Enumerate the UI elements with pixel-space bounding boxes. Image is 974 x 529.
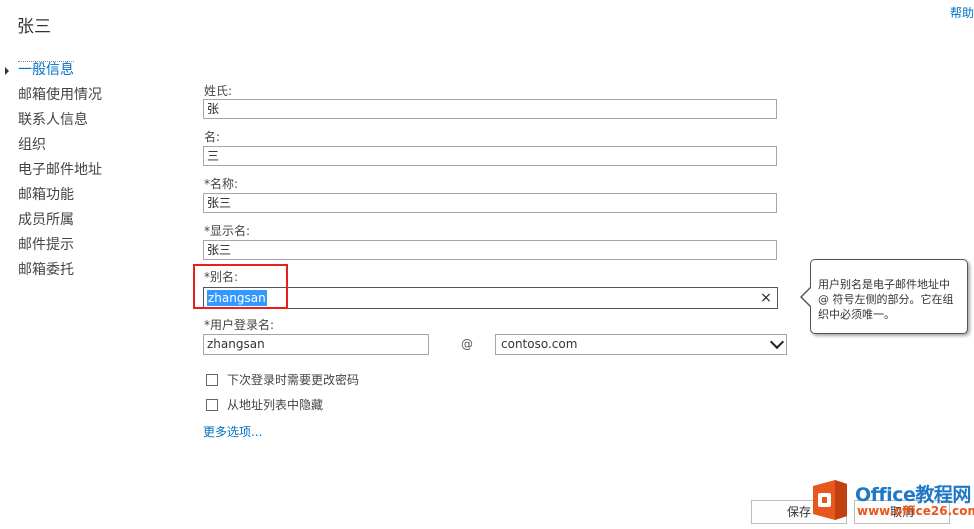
chevron-down-icon bbox=[769, 334, 785, 350]
domain-select[interactable]: contoso.com bbox=[495, 334, 787, 355]
clear-icon[interactable]: × bbox=[759, 288, 773, 308]
require-password-change-checkbox[interactable] bbox=[206, 374, 218, 386]
sidebar-item-label: 电子邮件地址 bbox=[18, 162, 102, 178]
hide-from-address-list-checkbox[interactable] bbox=[206, 399, 218, 411]
first-name-input[interactable]: 三 bbox=[203, 146, 777, 166]
watermark-url: www.office26.com bbox=[857, 504, 974, 518]
display-name-label: *显示名: bbox=[204, 224, 251, 238]
sidebar-item-label: 邮箱功能 bbox=[18, 187, 74, 203]
last-name-input[interactable]: 张 bbox=[203, 99, 777, 119]
first-name-label: 名: bbox=[204, 130, 221, 144]
sidebar-item-email-address[interactable]: 电子邮件地址 bbox=[0, 158, 170, 183]
name-input[interactable]: 张三 bbox=[203, 193, 777, 213]
sidebar-item-label: 联系人信息 bbox=[18, 112, 88, 128]
user-logon-input[interactable]: zhangsan bbox=[203, 334, 429, 355]
display-name-input[interactable]: 张三 bbox=[203, 240, 777, 260]
sidebar-item-mailbox-features[interactable]: 邮箱功能 bbox=[0, 183, 170, 208]
sidebar-nav: 一般信息 邮箱使用情况 联系人信息 组织 电子邮件地址 邮箱功能 成员所属 邮件… bbox=[0, 58, 170, 283]
selected-arrow-icon bbox=[5, 67, 9, 75]
watermark: Office教程网 www.office26.com bbox=[805, 474, 974, 524]
sidebar-item-mailbox-delegation[interactable]: 邮箱委托 bbox=[0, 258, 170, 283]
checkbox-label: 下次登录时需要更改密码 bbox=[227, 373, 360, 387]
tooltip-pointer-fill bbox=[802, 287, 812, 307]
sidebar-item-mail-tips[interactable]: 邮件提示 bbox=[0, 233, 170, 258]
sidebar-item-label: 邮箱委托 bbox=[18, 262, 74, 278]
sidebar-item-organization[interactable]: 组织 bbox=[0, 133, 170, 158]
sidebar-item-label: 邮箱使用情况 bbox=[18, 87, 102, 103]
more-options-link[interactable]: 更多选项... bbox=[203, 423, 262, 440]
last-name-label: 姓氏: bbox=[204, 84, 233, 98]
sidebar-item-label: 一般信息 bbox=[18, 61, 74, 78]
domain-select-value: contoso.com bbox=[501, 337, 578, 351]
alias-input[interactable]: zhangsan × bbox=[203, 287, 778, 309]
watermark-title: Office教程网 bbox=[855, 484, 971, 506]
user-logon-label: *用户登录名: bbox=[204, 318, 275, 332]
at-sign: @ bbox=[461, 337, 473, 351]
alias-selected-text: zhangsan bbox=[207, 290, 267, 306]
checkbox-label: 从地址列表中隐藏 bbox=[227, 398, 324, 412]
page-title: 张三 bbox=[17, 17, 51, 37]
office-logo-icon bbox=[813, 480, 847, 520]
name-label: *名称: bbox=[204, 177, 239, 191]
sidebar-item-label: 成员所属 bbox=[18, 212, 74, 228]
alias-help-tooltip: 用户别名是电子邮件地址中 @ 符号左侧的部分。它在组织中必须唯一。 bbox=[800, 259, 968, 334]
alias-label: *别名: bbox=[204, 270, 239, 284]
mailbox-properties-dialog: 张三 帮助 一般信息 邮箱使用情况 联系人信息 组织 电子邮件地址 邮箱功能 成… bbox=[0, 0, 974, 529]
sidebar-item-label: 组织 bbox=[18, 137, 46, 153]
sidebar-item-member-of[interactable]: 成员所属 bbox=[0, 208, 170, 233]
sidebar-item-label: 邮件提示 bbox=[18, 237, 74, 253]
sidebar-item-general[interactable]: 一般信息 bbox=[0, 58, 170, 83]
sidebar-item-contact-info[interactable]: 联系人信息 bbox=[0, 108, 170, 133]
tooltip-text: 用户别名是电子邮件地址中 @ 符号左侧的部分。它在组织中必须唯一。 bbox=[818, 278, 954, 321]
sidebar-item-mailbox-usage[interactable]: 邮箱使用情况 bbox=[0, 83, 170, 108]
help-link[interactable]: 帮助 bbox=[950, 4, 974, 21]
